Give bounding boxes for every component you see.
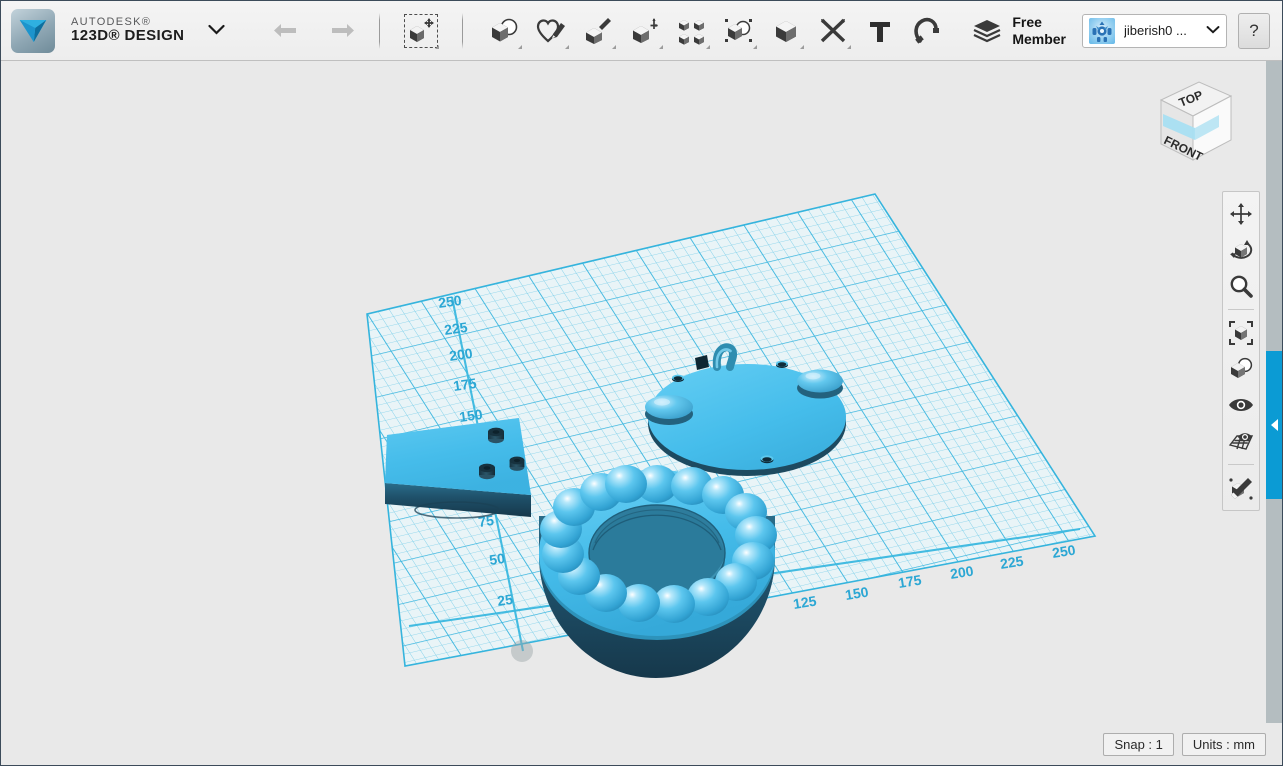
svg-text:250: 250 <box>437 292 463 311</box>
solid-cube-icon <box>771 17 801 45</box>
3d-scene: 250 225 200 175 150 75 50 25 125 150 175… <box>1 61 1282 765</box>
eye-icon <box>1228 395 1254 415</box>
view-cube[interactable]: TOP FRONT <box>1153 76 1237 166</box>
navigation-toolbar <box>1222 191 1260 511</box>
svg-text:25: 25 <box>496 591 514 609</box>
undo-arrow-icon <box>271 20 299 42</box>
tool-snap[interactable] <box>908 12 946 50</box>
fit-to-window-icon <box>1228 320 1254 346</box>
svg-text:225: 225 <box>443 319 469 338</box>
layers-stack-icon <box>972 18 1002 44</box>
toolbar-divider-1 <box>379 13 380 49</box>
cube-extrude-icon <box>583 17 613 45</box>
magnifier-icon <box>1229 274 1253 298</box>
membership-line2: Member <box>1012 31 1066 47</box>
viewport-canvas[interactable]: 250 225 200 175 150 75 50 25 125 150 175… <box>1 61 1282 765</box>
svg-text:200: 200 <box>949 562 975 581</box>
help-button[interactable]: ? <box>1238 13 1270 49</box>
heart-pencil-icon <box>536 17 566 45</box>
app-menu-caret-icon[interactable] <box>208 23 225 38</box>
tool-menu-corner-icon <box>847 45 851 49</box>
nav-divider-2 <box>1228 464 1254 465</box>
tool-menu-corner-icon <box>435 45 439 49</box>
redo-button[interactable] <box>329 20 357 42</box>
cube-circle-select-icon <box>724 17 754 45</box>
pan-arrows-icon <box>1229 202 1253 226</box>
svg-text:150: 150 <box>458 406 484 425</box>
cube-move-icon <box>407 17 435 45</box>
svg-text:175: 175 <box>452 375 478 394</box>
tool-menu-corner-icon <box>753 45 757 49</box>
brand-title: AUTODESK® 123D® DESIGN <box>71 17 184 44</box>
chevron-left-icon <box>1271 419 1278 431</box>
user-avatar-robot-icon <box>1089 18 1115 44</box>
nav-fit[interactable] <box>1225 317 1257 349</box>
membership-indicator[interactable]: Free Member <box>972 14 1066 46</box>
tool-primitives[interactable] <box>485 12 523 50</box>
svg-text:50: 50 <box>488 550 506 568</box>
app-window: AUTODESK® 123D® DESIGN <box>0 0 1283 766</box>
tool-menu-corner-icon <box>565 45 569 49</box>
nav-orbit[interactable] <box>1225 234 1257 266</box>
grid-eye-icon <box>1228 429 1254 453</box>
tool-modify[interactable] <box>626 12 664 50</box>
tool-transform[interactable] <box>402 12 440 50</box>
tool-sketch[interactable] <box>532 12 570 50</box>
model-bearing-ring[interactable] <box>539 465 777 678</box>
cube-sphere-icon <box>489 17 519 45</box>
tool-combine[interactable] <box>767 12 805 50</box>
membership-line1: Free <box>1012 14 1066 30</box>
snap-setting[interactable]: Snap : 1 <box>1103 733 1173 756</box>
toolbar-divider-2 <box>462 13 463 49</box>
units-setting[interactable]: Units : mm <box>1182 733 1266 756</box>
tool-construct[interactable] <box>579 12 617 50</box>
nav-view-mode[interactable] <box>1225 389 1257 421</box>
redo-arrow-icon <box>329 20 357 42</box>
right-edge-strip <box>1266 61 1282 765</box>
membership-label: Free Member <box>1012 14 1066 46</box>
cube-plus-icon <box>630 17 660 45</box>
tool-pattern[interactable] <box>673 12 711 50</box>
account-dropdown[interactable]: jiberish0 ... <box>1082 14 1227 48</box>
text-t-icon <box>867 18 893 44</box>
svg-text:150: 150 <box>844 583 870 602</box>
app-logo[interactable] <box>11 9 55 53</box>
cube-sphere-toggle-icon <box>1228 356 1254 382</box>
nav-visibility-toggle[interactable] <box>1225 353 1257 385</box>
modeling-tool-group <box>485 12 946 50</box>
paintbrush-cube-icon <box>1228 475 1254 501</box>
nav-pan[interactable] <box>1225 198 1257 230</box>
four-cubes-icon <box>677 17 707 45</box>
tool-measure[interactable] <box>814 12 852 50</box>
nav-grid-view[interactable] <box>1225 425 1257 457</box>
svg-text:175: 175 <box>897 571 923 590</box>
model-flat-plate[interactable] <box>385 418 531 518</box>
brand-product: 123D® DESIGN <box>71 28 184 44</box>
svg-text:225: 225 <box>999 552 1025 571</box>
account-name: jiberish0 ... <box>1124 23 1204 38</box>
tool-menu-corner-icon <box>518 45 522 49</box>
autodesk-123d-logo-icon <box>18 17 48 45</box>
undo-button[interactable] <box>271 20 299 42</box>
tool-menu-corner-icon <box>659 45 663 49</box>
history-group <box>271 20 357 42</box>
chevron-down-icon <box>1206 25 1220 37</box>
main-toolbar: AUTODESK® 123D® DESIGN <box>1 1 1282 61</box>
nav-zoom[interactable] <box>1225 270 1257 302</box>
side-panel-tab[interactable] <box>1266 351 1282 499</box>
tool-text[interactable] <box>861 12 899 50</box>
tool-grouping[interactable] <box>720 12 758 50</box>
svg-text:250: 250 <box>1051 541 1077 560</box>
svg-text:125: 125 <box>792 592 818 611</box>
nav-divider-1 <box>1228 309 1254 310</box>
orbit-cube-icon <box>1228 237 1254 263</box>
status-bar: Snap : 1 Units : mm <box>1 723 1282 765</box>
nav-materials[interactable] <box>1225 472 1257 504</box>
tool-menu-corner-icon <box>800 45 804 49</box>
tool-menu-corner-icon <box>706 45 710 49</box>
magnet-icon <box>912 17 942 45</box>
svg-text:200: 200 <box>448 345 474 364</box>
tool-menu-corner-icon <box>612 45 616 49</box>
ruler-pencil-icon <box>818 17 848 45</box>
